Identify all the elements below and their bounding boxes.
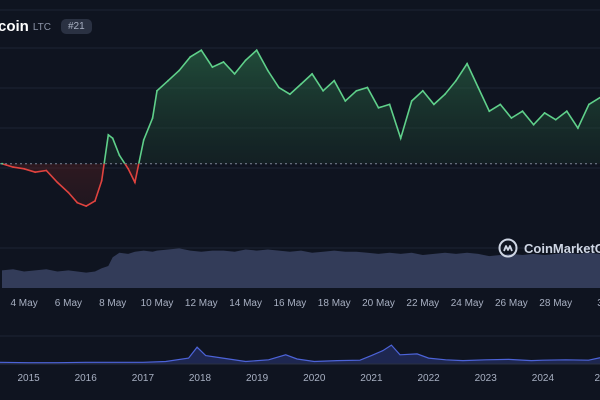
price-point bbox=[266, 69, 269, 72]
x-tick-label: 8 May bbox=[99, 298, 126, 309]
price-point bbox=[118, 154, 121, 157]
watermark-text: CoinMarketC bbox=[524, 240, 600, 256]
price-point bbox=[377, 106, 380, 109]
price-point bbox=[189, 56, 192, 58]
price-point bbox=[67, 191, 70, 194]
x-tick-label: 6 May bbox=[55, 298, 82, 309]
price-point bbox=[111, 137, 114, 140]
price-point bbox=[366, 86, 369, 89]
x-tick-label: 14 May bbox=[229, 298, 262, 309]
price-point bbox=[289, 93, 291, 96]
price-point bbox=[142, 139, 145, 141]
price-point bbox=[510, 117, 513, 119]
x-tick-label: 10 May bbox=[141, 298, 174, 309]
price-point bbox=[421, 89, 424, 92]
price-point bbox=[211, 66, 214, 68]
price-point bbox=[167, 79, 170, 82]
price-point bbox=[94, 200, 96, 202]
price-point bbox=[444, 93, 446, 96]
x-tick-label: 16 May bbox=[274, 298, 307, 309]
overview-year-label: 2020 bbox=[303, 373, 326, 384]
price-point bbox=[255, 49, 258, 52]
x-tick-label: 22 May bbox=[406, 298, 439, 309]
price-point bbox=[200, 49, 203, 52]
overview-year-label: 2016 bbox=[75, 373, 98, 384]
price-point bbox=[178, 69, 181, 72]
price-point bbox=[134, 181, 136, 184]
price-point bbox=[311, 73, 313, 75]
price-point bbox=[12, 166, 15, 169]
x-tick-label: 20 May bbox=[362, 298, 395, 309]
x-tick-label: 24 May bbox=[451, 298, 484, 309]
x-tick-label: 4 May bbox=[10, 298, 37, 309]
price-chart[interactable]: 4 May 6 May 8 May 10 May 12 May 14 May 16 May 1… bbox=[0, 0, 600, 400]
watermark: CoinMarketC bbox=[498, 238, 600, 258]
price-point bbox=[333, 79, 336, 82]
price-point bbox=[588, 103, 590, 106]
overview-year-label: 2017 bbox=[132, 373, 155, 384]
price-point bbox=[322, 89, 324, 92]
price-point bbox=[388, 103, 391, 106]
price-point bbox=[410, 100, 413, 102]
overview-year-label: 2021 bbox=[360, 373, 383, 384]
price-point bbox=[100, 179, 103, 182]
x-tick-label: 26 May bbox=[495, 298, 528, 309]
price-point bbox=[300, 83, 302, 85]
overview-year-label: 2023 bbox=[475, 373, 498, 384]
price-point bbox=[151, 117, 154, 119]
price-point bbox=[477, 86, 480, 89]
price-point bbox=[233, 73, 236, 75]
overview-year-label: 2015 bbox=[17, 373, 40, 384]
overview-year-label: 20 bbox=[594, 373, 600, 384]
coinmarketcap-logo-icon bbox=[498, 238, 518, 258]
price-point bbox=[344, 100, 347, 102]
overview-year-label: 2024 bbox=[532, 373, 555, 384]
price-point bbox=[455, 79, 457, 82]
overview-year-label: 2022 bbox=[417, 373, 440, 384]
price-point bbox=[433, 103, 435, 106]
x-axis-ticks: 4 May 6 May 8 May 10 May 12 May 14 May 16 May 1… bbox=[10, 298, 600, 309]
price-point bbox=[488, 110, 491, 113]
overview-year-label: 2019 bbox=[246, 373, 269, 384]
price-point bbox=[543, 112, 546, 114]
price-point bbox=[1, 162, 3, 165]
price-point bbox=[156, 89, 158, 92]
price-point bbox=[23, 167, 25, 170]
price-point bbox=[554, 118, 557, 121]
x-tick-label: 12 May bbox=[185, 298, 218, 309]
overview-navigator[interactable]: 2015 2016 2017 2018 2019 2020 2021 2022 2023 2024… bbox=[0, 335, 600, 384]
price-point bbox=[85, 205, 88, 208]
price-point bbox=[45, 169, 48, 172]
x-tick-label: 18 May bbox=[318, 298, 351, 309]
price-point bbox=[278, 86, 280, 89]
price-point bbox=[532, 123, 535, 126]
overview-year-label: 2018 bbox=[189, 373, 212, 384]
price-point bbox=[499, 103, 502, 106]
price-point bbox=[107, 134, 110, 136]
price-point bbox=[76, 201, 79, 204]
price-point bbox=[521, 110, 524, 113]
price-point bbox=[127, 167, 130, 170]
price-point bbox=[222, 61, 225, 63]
price-point bbox=[577, 127, 579, 129]
price-point bbox=[34, 171, 37, 174]
x-tick-label: 28 May bbox=[539, 298, 572, 309]
overview-area bbox=[0, 345, 600, 364]
price-point bbox=[56, 181, 59, 184]
price-point bbox=[466, 62, 468, 65]
price-point bbox=[244, 59, 247, 62]
price-point bbox=[399, 137, 402, 140]
price-point bbox=[355, 89, 358, 92]
price-point bbox=[565, 110, 568, 113]
